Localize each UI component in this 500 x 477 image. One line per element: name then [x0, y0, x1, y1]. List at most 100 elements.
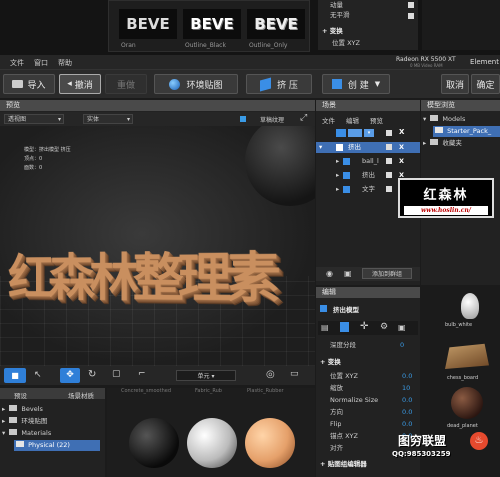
select-tool-icon[interactable]: ↖ [34, 370, 42, 380]
group-dropdown[interactable]: ▾ [364, 129, 374, 137]
move-tool-icon[interactable]: ✥ [60, 368, 80, 383]
scale-tool-icon[interactable]: ▢ [112, 369, 121, 379]
model-planet[interactable] [451, 387, 483, 419]
model-chess[interactable] [445, 333, 489, 369]
thumb-label-1: Oran [121, 42, 136, 49]
menu-help[interactable]: 帮助 [58, 58, 72, 68]
draft-texture-checkbox[interactable] [240, 116, 246, 122]
gear-icon[interactable]: ⚙ [380, 322, 388, 332]
group-visible-check[interactable] [386, 130, 392, 136]
favorites-label: 收藏夹 [442, 139, 462, 147]
material-label-3: Plastic_Rubber [247, 388, 284, 394]
menu-window[interactable]: 窗口 [34, 58, 48, 68]
row-scale-value[interactable]: 10 [402, 383, 410, 394]
rotate-tool-icon[interactable]: ↻ [88, 369, 96, 380]
preset-physical[interactable]: Physical (22) [14, 440, 100, 451]
camera-icon[interactable]: ■ [4, 368, 26, 383]
scene-item-2[interactable]: ▸ ball_l X [316, 156, 420, 167]
delete-icon[interactable]: ▣ [344, 269, 352, 278]
thumb-bevel-2[interactable]: BEVE [183, 9, 241, 39]
viewport-panel: 预览 透视图 ▾ 实体 ▾ 草稿纹理 ⤢ 模型：挤出模型 挤压 顶点：0 面数：0 … [0, 100, 315, 385]
thumb-bevel-1[interactable]: BEVE [119, 9, 177, 39]
expand-arrow-icon[interactable]: ▾ [2, 429, 5, 437]
edit-subtitle: 挤出模型 [320, 305, 359, 316]
scene-item-1-check[interactable] [386, 144, 392, 150]
model-bulb[interactable] [461, 293, 479, 319]
scene-item-1-label: 挤出 [348, 142, 361, 153]
tab-scene-materials[interactable]: 场景材质 [68, 390, 94, 400]
thumb-bevel-3[interactable]: BEVE [247, 9, 305, 39]
material-white[interactable] [187, 418, 237, 468]
scene-item-1[interactable]: ▾ 挤出 X [316, 142, 420, 153]
env-map-label: 环境贴图 [186, 78, 222, 91]
preset-materials[interactable]: ▾ Materials [2, 428, 102, 439]
row-flip-value[interactable]: 0.0 [402, 419, 412, 430]
edit-subtitle-text: 挤出模型 [333, 306, 359, 314]
expand-arrow-icon[interactable]: ▸ [2, 417, 5, 425]
scene-tab-file[interactable]: 文件 [322, 115, 335, 125]
scene-tab-edit[interactable]: 编辑 [346, 115, 359, 125]
group-color-chip[interactable] [348, 129, 362, 137]
camera-mode-select[interactable]: 透视图 ▾ [4, 114, 64, 124]
draft-texture-label: 草稿纹理 [260, 115, 284, 124]
starter-pack-folder[interactable]: Starter_Pack_ [433, 126, 500, 137]
element-label: Element [470, 58, 499, 66]
undo-button[interactable]: ◂ 撤消 [59, 74, 101, 94]
single-view-select[interactable]: 单元 ▾ [176, 370, 236, 381]
anchor-tool-icon[interactable]: ⌐ [138, 369, 146, 379]
ok-button[interactable]: 确定 [471, 74, 500, 94]
top-prop-check-1[interactable] [408, 2, 414, 8]
move-icon[interactable]: ✛ [360, 321, 368, 332]
depth-value[interactable]: 0 [400, 340, 404, 351]
reset-view-icon[interactable]: ◎ [266, 369, 275, 380]
tab-presets[interactable]: 预设 [14, 390, 27, 400]
edit-footer[interactable]: + 贴图组编辑器 [320, 459, 367, 470]
extrude-tool-icon[interactable] [340, 322, 349, 332]
expand-arrow-icon[interactable]: ▾ [319, 142, 322, 153]
top-prop-check-2[interactable] [408, 13, 414, 19]
scene-item-2-check[interactable] [386, 158, 392, 164]
group-delete-icon[interactable]: X [399, 128, 404, 136]
scene-group-row[interactable]: ▾ X [316, 128, 420, 139]
folder-icon [9, 405, 17, 411]
material-plastic[interactable] [245, 418, 295, 468]
expand-arrow-icon[interactable]: ▸ [336, 156, 339, 167]
layers-icon[interactable]: ▤ [321, 323, 329, 332]
extrude-button[interactable]: 挤 压 [246, 74, 312, 94]
create-button[interactable]: 创 建 ▼ [322, 74, 390, 94]
fit-icon[interactable]: ▣ [398, 323, 406, 332]
row-position-value[interactable]: 0.0 [402, 371, 412, 382]
scene-item-3-check[interactable] [386, 172, 392, 178]
preset-env[interactable]: ▸ 环境贴图 [2, 416, 102, 427]
expand-arrow-icon[interactable]: ▸ [423, 139, 426, 147]
group-eye-icon[interactable] [336, 129, 346, 137]
transform-section[interactable]: + 变换 [320, 357, 341, 368]
expand-arrow-icon[interactable]: ▸ [2, 405, 5, 413]
scene-item-1-delete-icon[interactable]: X [399, 142, 404, 153]
import-button[interactable]: 导入 [3, 74, 55, 94]
expand-arrow-icon[interactable]: ▾ [423, 115, 426, 123]
cancel-button[interactable]: 取消 [441, 74, 469, 94]
models-folder-label: Models [442, 115, 465, 123]
shading-mode-select[interactable]: 实体 ▾ [83, 114, 133, 124]
expand-icon[interactable]: ⤢ [300, 113, 307, 123]
scene-item-4-check[interactable] [386, 186, 392, 192]
row-normalize-value[interactable]: 0.0 [402, 395, 412, 406]
edit-title: 编辑 [322, 288, 336, 296]
redo-button[interactable]: 重做 [105, 74, 147, 94]
menu-file[interactable]: 文件 [10, 58, 24, 68]
material-concrete[interactable] [129, 418, 179, 468]
screen-icon[interactable]: ▭ [290, 369, 299, 379]
expand-arrow-icon[interactable]: ▸ [336, 170, 339, 181]
viewport-canvas[interactable]: 模型：挤出模型 挤压 顶点：0 面数：0 红森林整理素 [0, 126, 315, 366]
scene-item-2-delete-icon[interactable]: X [399, 156, 404, 167]
scene-tab-preview[interactable]: 预览 [370, 115, 383, 125]
settings-icon[interactable]: ◉ [326, 269, 333, 278]
env-map-button[interactable]: 环境贴图 [154, 74, 238, 94]
row-direction-value[interactable]: 0.0 [402, 407, 412, 418]
add-to-group-button[interactable]: 添加到群组 [362, 268, 412, 279]
favorites-folder[interactable]: ▸ 收藏夹 [423, 138, 500, 149]
expand-arrow-icon[interactable]: ▸ [336, 184, 339, 195]
preset-bevels[interactable]: ▸ Bevels [2, 404, 102, 415]
models-folder[interactable]: ▾ Models [423, 114, 500, 125]
